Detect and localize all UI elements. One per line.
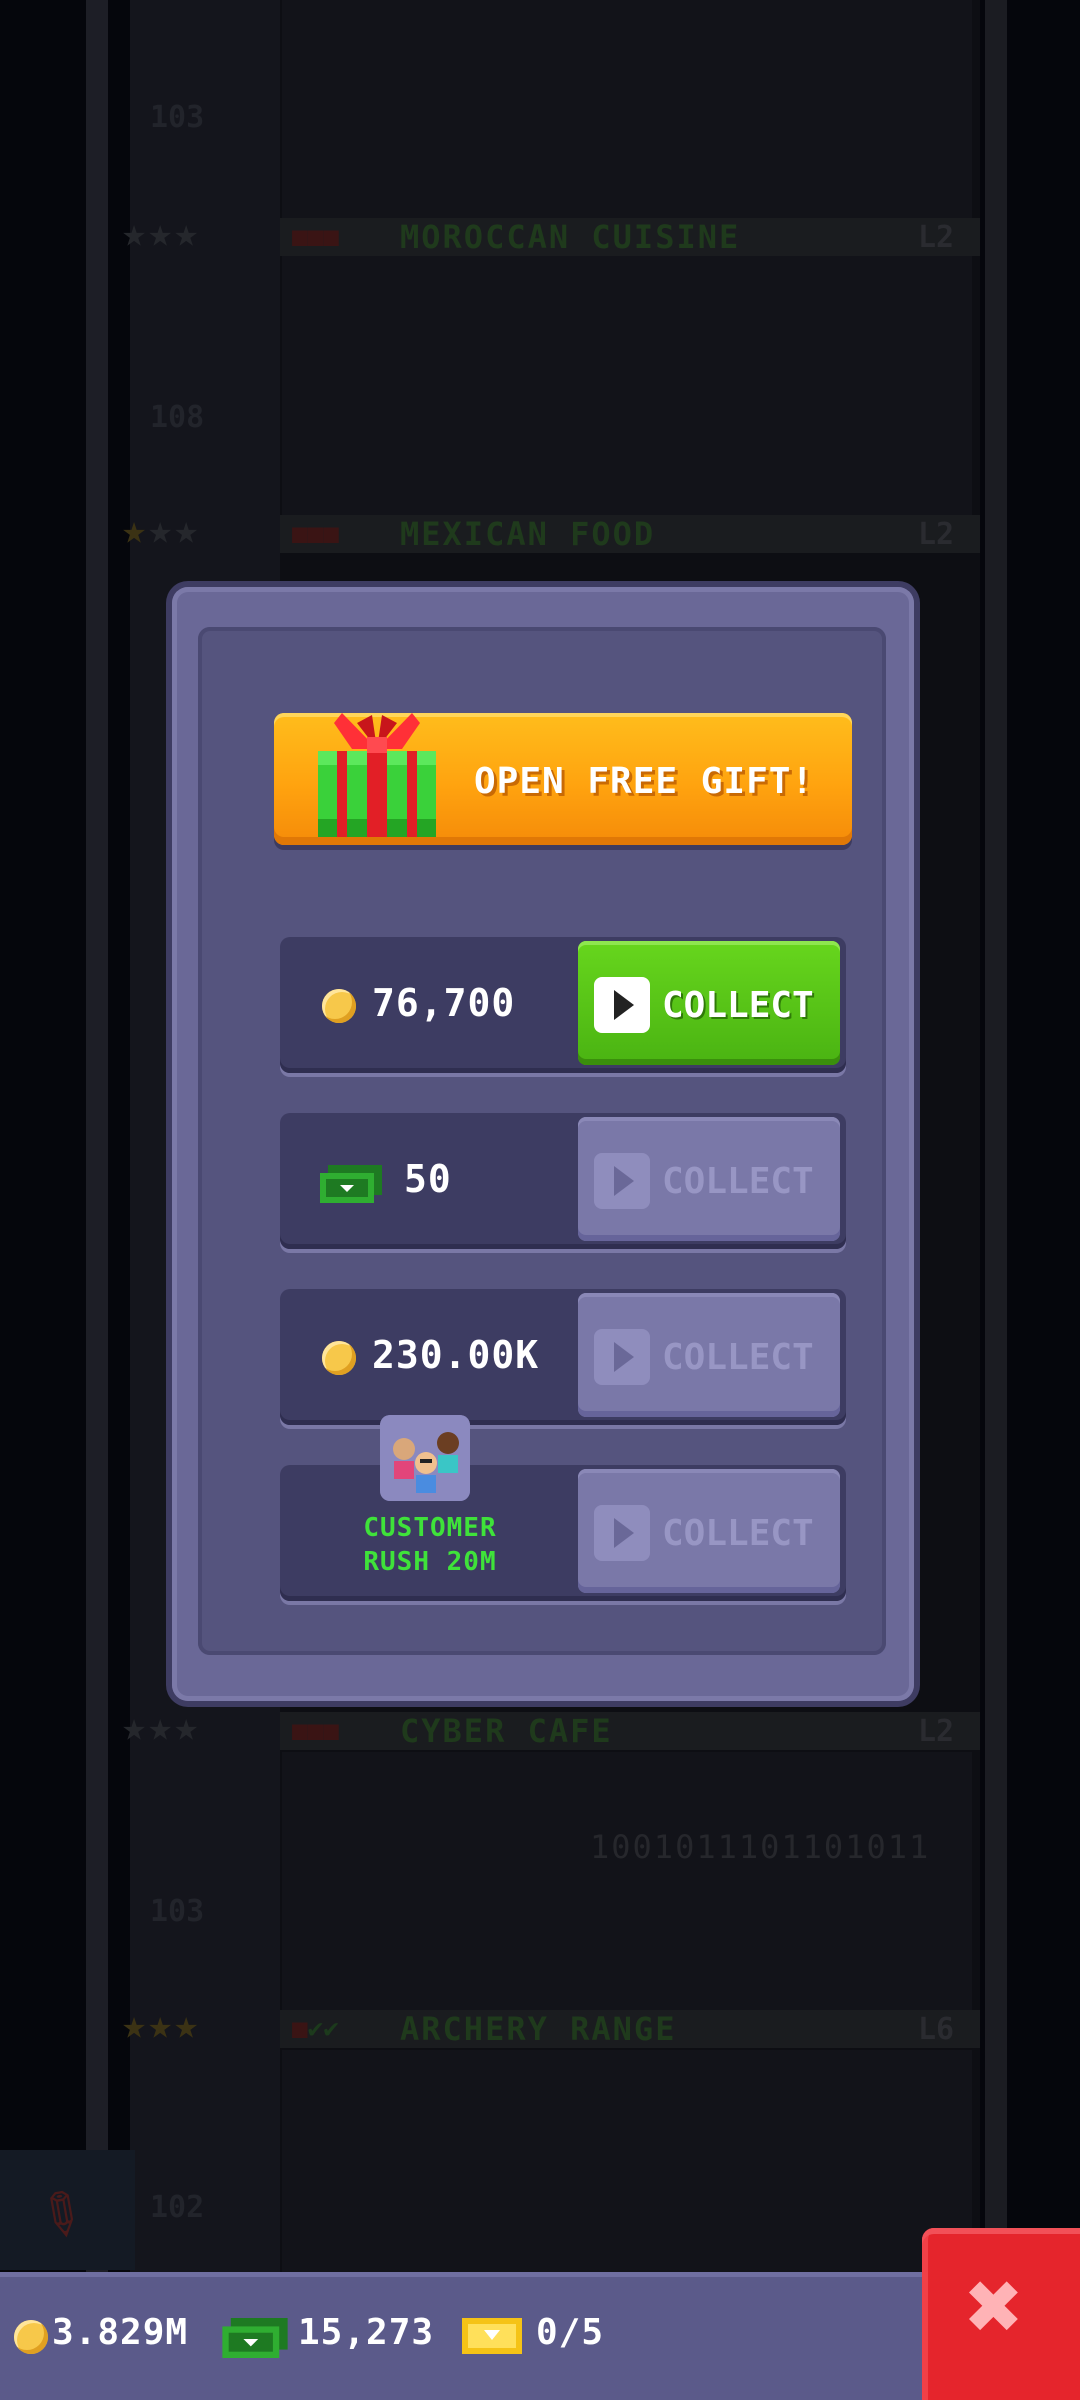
shaft-pipe-right	[985, 0, 1007, 2400]
ticket-icon	[462, 2318, 522, 2354]
coin-icon	[322, 989, 356, 1023]
floor-checks: ■■■	[292, 519, 339, 549]
reward-row-coins: 230.00K COLLECT	[280, 1289, 846, 1425]
close-icon: ✖	[966, 2250, 1024, 2362]
floor-checks: ■✔✔	[292, 2014, 339, 2044]
open-free-gift-button[interactable]: OPEN FREE GIFT!	[274, 713, 852, 845]
collect-button[interactable]: COLLECT	[578, 1469, 840, 1593]
cash-balance: 15,273	[298, 2312, 435, 2353]
floor-number: 103	[150, 1894, 205, 1929]
floor-checks: ■■■	[292, 1716, 339, 1746]
collect-button[interactable]: COLLECT	[578, 1117, 840, 1241]
close-button[interactable]: ✖	[922, 2228, 1080, 2400]
play-video-icon	[594, 977, 650, 1033]
rewards-dialog-panel: OPEN FREE GIFT! 76,700 COLLECT 50 COLLEC…	[198, 627, 886, 1655]
floor-stars: ★★★	[122, 1704, 201, 1750]
floor-name: ARCHERY RANGE	[400, 2010, 677, 2048]
floor-checks: ■■■	[292, 222, 339, 252]
floor-name: CYBER CAFE	[400, 1712, 613, 1750]
pin-icon: ✎	[22, 2165, 104, 2257]
collect-button-label: COLLECT	[662, 1337, 814, 1378]
floor-stars: ★★★	[122, 210, 201, 256]
floor-number: 103	[150, 100, 205, 135]
floor-level: L2	[918, 1714, 955, 1749]
collect-button-label: COLLECT	[662, 1513, 814, 1554]
gift-icon	[318, 713, 436, 837]
cash-icon	[320, 1165, 382, 1203]
floor-room	[282, 1752, 972, 2016]
coins-balance: 3.829M	[52, 2312, 189, 2353]
floor-level: L2	[918, 220, 955, 255]
customer-rush-line2: RUSH 20M	[363, 1547, 497, 1577]
floor-level: L2	[918, 517, 955, 552]
customer-rush-line1: CUSTOMER	[363, 1513, 497, 1543]
floor-binary-sign: 1001011101101011	[590, 1828, 931, 1866]
map-pin-tool[interactable]: ✎	[0, 2150, 135, 2270]
reward-row-customer-rush: CUSTOMER RUSH 20M COLLECT	[280, 1415, 846, 1601]
reward-row-coins: 76,700 COLLECT	[280, 937, 846, 1073]
reward-amount: 230.00K	[372, 1333, 540, 1377]
play-video-icon	[594, 1505, 650, 1561]
cash-icon	[222, 2318, 288, 2358]
reward-row-cash: 50 COLLECT	[280, 1113, 846, 1249]
floor-name: MOROCCAN CUISINE	[400, 218, 741, 256]
gift-button-label: OPEN FREE GIFT!	[474, 761, 815, 802]
floor-stars: ★★★	[122, 2002, 201, 2048]
floor-sign-bar	[280, 1712, 980, 1750]
shaft-pipe-left	[86, 0, 108, 2400]
rewards-dialog: OPEN FREE GIFT! 76,700 COLLECT 50 COLLEC…	[172, 587, 914, 1701]
collect-button-label: COLLECT	[662, 1161, 814, 1202]
coin-icon	[322, 1341, 356, 1375]
floor-level: L6	[918, 2012, 955, 2047]
reward-amount: 76,700	[372, 981, 516, 1025]
collect-button[interactable]: COLLECT	[578, 941, 840, 1065]
coin-icon	[14, 2320, 48, 2354]
floor-room	[282, 2050, 972, 2276]
floor-stars: ★★★	[122, 507, 201, 553]
collect-button-label: COLLECT	[662, 985, 814, 1026]
play-video-icon	[594, 1329, 650, 1385]
customers-icon	[380, 1415, 470, 1501]
reward-amount: 50	[404, 1157, 452, 1201]
floor-number: 108	[150, 400, 205, 435]
floor-number: 102	[150, 2190, 205, 2225]
floor-name: MEXICAN FOOD	[400, 515, 656, 553]
floor-room	[282, 258, 972, 522]
play-video-icon	[594, 1153, 650, 1209]
tickets-count: 0/5	[536, 2312, 605, 2353]
currency-bar: 3.829M 15,273 0/5	[0, 2272, 930, 2400]
collect-button[interactable]: COLLECT	[578, 1293, 840, 1417]
